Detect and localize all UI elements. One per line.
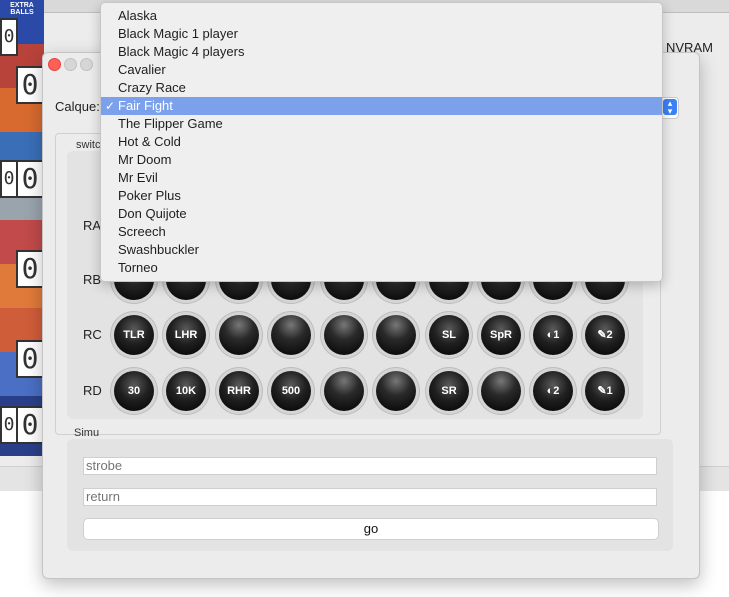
minimize-window-button[interactable] xyxy=(64,58,77,71)
menu-item[interactable]: Swashbuckler xyxy=(101,241,662,259)
switch-button[interactable] xyxy=(481,371,521,411)
menu-item-label: Swashbuckler xyxy=(118,242,199,257)
row-label-3: RD xyxy=(83,383,102,398)
calque-label: Calque: xyxy=(55,99,100,114)
menu-item[interactable]: Mr Evil xyxy=(101,169,662,187)
menu-item[interactable]: Mr Doom xyxy=(101,151,662,169)
menu-item-label: Crazy Race xyxy=(118,80,186,95)
return-input[interactable] xyxy=(83,488,657,506)
menu-item[interactable]: Black Magic 1 player xyxy=(101,25,662,43)
checkmark-icon: ✓ xyxy=(105,99,116,113)
menu-item[interactable]: Hot & Cold xyxy=(101,133,662,151)
artwork-label: EXTRA BALLS xyxy=(10,2,34,16)
switch-group-title: switc xyxy=(74,139,103,151)
switch-button[interactable]: SR xyxy=(429,371,469,411)
menu-item-label: Black Magic 4 players xyxy=(118,44,245,59)
menu-item-label: Don Quijote xyxy=(118,206,187,221)
menu-item[interactable]: Poker Plus xyxy=(101,187,662,205)
simu-title: Simu xyxy=(74,427,100,439)
switch-button[interactable]: ✎1 xyxy=(585,371,625,411)
menu-item[interactable]: Screech xyxy=(101,223,662,241)
switch-button[interactable] xyxy=(219,315,259,355)
menu-item-label: Torneo xyxy=(118,260,158,275)
menu-item-label: Screech xyxy=(118,224,166,239)
score-digit: 0 xyxy=(16,250,44,288)
switch-button[interactable]: RHR xyxy=(219,371,259,411)
switch-button[interactable] xyxy=(324,371,364,411)
switch-button[interactable] xyxy=(324,315,364,355)
switch-button[interactable]: ◐1 xyxy=(533,315,573,355)
menu-item[interactable]: Black Magic 4 players xyxy=(101,43,662,61)
switch-button[interactable]: LHR xyxy=(166,315,206,355)
score-digit: 0 xyxy=(16,160,44,198)
score-digit: 0 xyxy=(16,406,44,444)
menu-item[interactable]: ✓ Fair Fight xyxy=(101,97,662,115)
switch-button[interactable] xyxy=(376,371,416,411)
menu-item-label: Poker Plus xyxy=(118,188,181,203)
score-digit: 0 xyxy=(16,340,44,378)
switch-button[interactable]: SpR xyxy=(481,315,521,355)
switch-button[interactable]: ✎2 xyxy=(585,315,625,355)
close-window-button[interactable] xyxy=(48,58,61,71)
switch-button[interactable]: TLR xyxy=(114,315,154,355)
score-digit: 0 xyxy=(16,66,44,104)
menu-item[interactable]: Torneo xyxy=(101,259,662,277)
switch-button[interactable] xyxy=(376,315,416,355)
menu-item[interactable]: Crazy Race xyxy=(101,79,662,97)
switch-button[interactable]: 30 xyxy=(114,371,154,411)
switch-button[interactable]: 500 xyxy=(271,371,311,411)
calque-dropdown-menu: Alaska Black Magic 1 player Black Magic 4 … xyxy=(100,2,663,282)
row-label-2: RC xyxy=(83,327,102,342)
menu-item-label: Alaska xyxy=(118,8,158,23)
menu-item[interactable]: Don Quijote xyxy=(101,205,662,223)
go-button[interactable]: go xyxy=(83,518,659,540)
menu-item-label: Mr Evil xyxy=(118,170,158,185)
chevron-up-down-icon[interactable]: ▴ ▾ xyxy=(663,99,677,116)
menu-item-label: Fair Fight xyxy=(118,98,173,113)
switch-button[interactable]: 10K xyxy=(166,371,206,411)
zoom-window-button[interactable] xyxy=(80,58,93,71)
strobe-input[interactable] xyxy=(83,457,657,475)
menu-item-label: Black Magic 1 player xyxy=(118,26,238,41)
switch-button[interactable]: SL xyxy=(429,315,469,355)
score-digit: 0 xyxy=(0,18,18,56)
menu-item[interactable]: Cavalier xyxy=(101,61,662,79)
menu-item-label: Mr Doom xyxy=(118,152,172,167)
menu-item-label: The Flipper Game xyxy=(118,116,223,131)
switch-button[interactable]: ◐2 xyxy=(533,371,573,411)
menu-item-label: Cavalier xyxy=(118,62,166,77)
menu-item-label: Hot & Cold xyxy=(118,134,181,149)
pinball-artwork-strip: EXTRA BALLS 0 0 0 0 0 0 0 0 xyxy=(0,0,44,456)
menu-item[interactable]: The Flipper Game xyxy=(101,115,662,133)
menu-item[interactable]: Alaska xyxy=(101,7,662,25)
score-digit: 0 xyxy=(0,160,18,198)
switch-button[interactable] xyxy=(271,315,311,355)
